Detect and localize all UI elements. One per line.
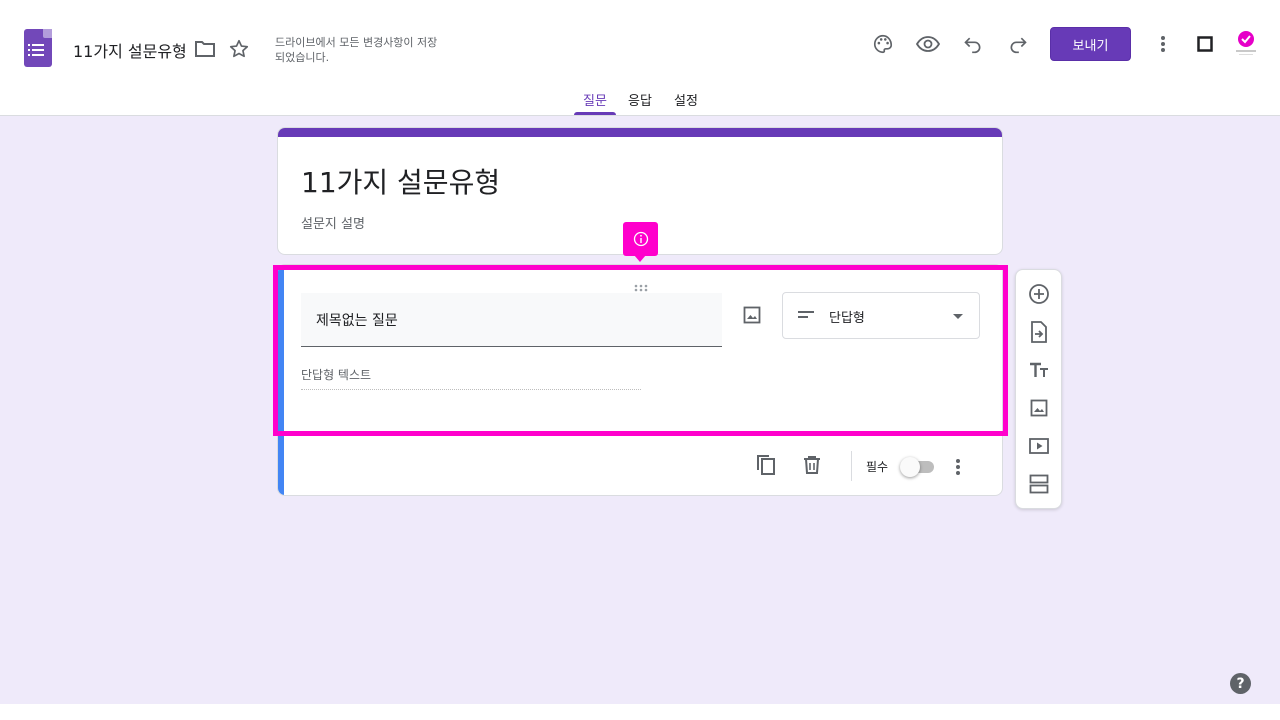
add-video-icon[interactable] bbox=[1027, 434, 1051, 458]
import-questions-icon[interactable] bbox=[1027, 320, 1051, 344]
question-type-dropdown[interactable]: 단답형 bbox=[782, 292, 980, 339]
star-icon[interactable] bbox=[227, 37, 251, 61]
short-answer-placeholder: 단답형 텍스트 bbox=[301, 366, 641, 390]
question-card[interactable]: 제목없는 질문 단답형 단답형 텍스트 필수 bbox=[277, 264, 1003, 496]
active-tab-indicator bbox=[574, 112, 616, 115]
question-more-icon[interactable] bbox=[946, 455, 970, 479]
drag-handle-icon[interactable] bbox=[633, 277, 649, 292]
preview-eye-icon[interactable] bbox=[916, 32, 940, 56]
add-image-icon[interactable] bbox=[1027, 396, 1051, 420]
tab-settings[interactable]: 설정 bbox=[674, 90, 698, 109]
help-icon[interactable]: ? bbox=[1230, 673, 1251, 694]
palette-icon[interactable] bbox=[871, 32, 895, 56]
doc-title[interactable]: 11가지 설문유형 bbox=[73, 38, 187, 62]
tab-responses[interactable]: 응답 bbox=[628, 90, 652, 109]
more-vert-icon[interactable] bbox=[1151, 32, 1175, 56]
folder-icon[interactable] bbox=[193, 37, 217, 61]
form-description[interactable]: 설문지 설명 bbox=[301, 213, 365, 232]
add-title-icon[interactable] bbox=[1027, 358, 1051, 382]
add-question-icon[interactable] bbox=[1027, 282, 1051, 306]
app-header: 11가지 설문유형 드라이브에서 모든 변경사항이 저장되었습니다. 보내기 질… bbox=[0, 0, 1280, 116]
question-title[interactable]: 제목없는 질문 bbox=[316, 310, 398, 330]
delete-icon[interactable] bbox=[800, 453, 824, 477]
add-image-icon[interactable] bbox=[740, 303, 764, 327]
required-label: 필수 bbox=[866, 460, 889, 474]
title-card-accent-bar bbox=[278, 128, 1002, 137]
side-toolbar bbox=[1015, 269, 1062, 509]
add-section-icon[interactable] bbox=[1027, 472, 1051, 496]
duplicate-icon[interactable] bbox=[754, 453, 778, 477]
form-title[interactable]: 11가지 설문유형 bbox=[301, 161, 500, 201]
footer-strip bbox=[0, 704, 1280, 720]
tab-questions[interactable]: 질문 bbox=[583, 90, 607, 109]
send-button[interactable]: 보내기 bbox=[1050, 27, 1131, 61]
square-icon[interactable] bbox=[1193, 32, 1217, 56]
tab-bar: 질문 응답 설정 bbox=[0, 84, 1280, 116]
footer-divider bbox=[851, 451, 852, 481]
form-logo-icon[interactable] bbox=[24, 29, 52, 67]
redo-icon[interactable] bbox=[1006, 32, 1030, 56]
undo-icon[interactable] bbox=[961, 32, 985, 56]
save-status: 드라이브에서 모든 변경사항이 저장되었습니다. bbox=[275, 36, 438, 64]
question-title-field[interactable]: 제목없는 질문 bbox=[301, 293, 722, 347]
required-toggle[interactable] bbox=[900, 457, 936, 477]
avatar[interactable] bbox=[1232, 28, 1260, 58]
short-answer-icon bbox=[798, 311, 814, 318]
info-badge-icon bbox=[623, 222, 658, 262]
question-type-label: 단답형 bbox=[829, 311, 865, 326]
dropdown-arrow-icon bbox=[953, 314, 963, 319]
question-footer: 필수 bbox=[278, 435, 1002, 495]
